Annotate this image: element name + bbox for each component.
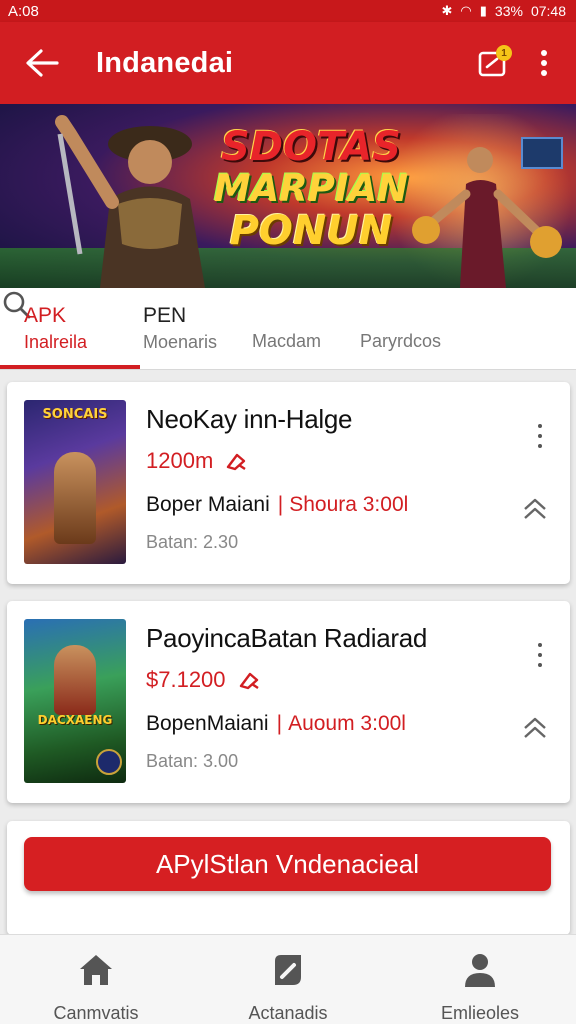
notifications-button[interactable]: 1 (470, 41, 514, 85)
app-price: 1200m (146, 448, 214, 473)
developer-name: Boper Maiani (146, 493, 270, 516)
expand-button[interactable] (520, 713, 550, 743)
tab-pen-label: PEN (143, 304, 187, 327)
promo-banner[interactable]: SDOTAS MARPIAN PONUN (0, 104, 576, 288)
app-card[interactable]: SONCAIS NeoKay inn-Halge 1200m Boper Mai… (7, 382, 570, 584)
nav-label: Actanadis (248, 1003, 328, 1023)
tab-pen[interactable]: PEN Moenaris (143, 304, 217, 353)
thumbnail-hero (54, 645, 96, 715)
status-time: A:08 (8, 2, 39, 20)
nav-item-edit[interactable]: Actanadis (192, 935, 384, 1024)
tab-macdam[interactable]: Macdam (252, 331, 321, 352)
bottom-navigation: Canmvatis Actanadis Emlieoles (0, 934, 576, 1024)
app-meta: Batan: 2.30 (146, 532, 239, 552)
price-row: $7.1200 (146, 667, 260, 693)
banner-line-2: MARPIAN (213, 167, 409, 210)
developer-extra: Shoura 3:00l (289, 493, 409, 516)
edit-icon (268, 951, 308, 989)
chevron-up-double-icon (524, 498, 546, 519)
back-button[interactable] (20, 41, 64, 85)
app-thumbnail: SONCAIS (24, 400, 126, 564)
thumbnail-badge (96, 749, 122, 775)
app-thumbnail: DACXAENG (24, 619, 126, 783)
developer-name: BopenMaiani (146, 712, 269, 735)
install-button[interactable]: APylStlan Vndenacieal (24, 837, 551, 891)
nav-label: Emlieoles (440, 1003, 520, 1023)
thumbnail-title: DACXAENG (37, 713, 113, 727)
thumbnail-title: SONCAIS (42, 407, 108, 422)
notification-badge: 1 (496, 45, 512, 61)
tab-apk-sublabel: Inalreila (24, 332, 88, 352)
status-clock: 07:48 (530, 3, 566, 19)
tab-apk-label: APK (24, 304, 67, 327)
player-illustration (412, 137, 563, 288)
tag-icon (238, 669, 260, 691)
expand-button[interactable] (520, 494, 550, 524)
menu-dot (538, 643, 542, 647)
bluetooth-icon: ✱ (441, 3, 453, 18)
developer-separator: | (276, 712, 283, 735)
menu-dot (538, 424, 542, 428)
developer-extra: Auoum 3:00l (288, 712, 406, 735)
person-icon (460, 951, 500, 989)
price-row: 1200m (146, 448, 247, 474)
active-tab-indicator (0, 365, 140, 369)
menu-dot (538, 444, 542, 448)
tag-icon (225, 450, 247, 472)
more-options-button[interactable] (522, 41, 566, 85)
status-icons: ✱ ◠ ▮ 33% 07:48 (442, 3, 566, 19)
menu-dot (538, 663, 542, 667)
developer-row: Boper Maiani | Shoura 3:00l (146, 493, 408, 517)
nav-item-home[interactable]: Canmvatis (0, 935, 192, 1024)
tab-apk[interactable]: APK Inalreila (24, 304, 87, 353)
app-title: NeoKay inn-Halge (146, 404, 353, 434)
app-meta: Batan: 3.00 (146, 751, 239, 771)
app-card[interactable]: DACXAENG PaoyincaBatan Radiarad $7.1200 … (7, 601, 570, 803)
home-icon (76, 951, 116, 989)
card-menu-button[interactable] (530, 643, 550, 667)
tab-pen-sublabel: Moenaris (143, 332, 218, 352)
banner-line-1: SDOTAS (221, 124, 401, 170)
app-title: Indanedai (96, 46, 234, 79)
app-bar: Indanedai 1 (0, 22, 576, 104)
signal-icon: ▮ (479, 3, 487, 18)
tab-bar: APK Inalreila PEN Moenaris Macdam Paryrd… (0, 288, 576, 370)
wifi-icon: ◠ (460, 3, 472, 18)
thumbnail-hero (54, 452, 96, 544)
banner-line-3: PONUN (229, 208, 393, 254)
app-price: $7.1200 (146, 667, 226, 692)
developer-row: BopenMaiani | Auoum 3:00l (146, 712, 406, 736)
nav-label: Canmvatis (53, 1003, 139, 1023)
menu-dot (538, 434, 542, 438)
banner-title: SDOTAS MARPIAN PONUN (196, 126, 426, 252)
nav-item-profile[interactable]: Emlieoles (384, 935, 576, 1024)
more-vertical-icon (541, 50, 547, 76)
menu-dot (538, 653, 542, 657)
card-menu-button[interactable] (530, 424, 550, 448)
cta-card: APylStlan Vndenacieal (7, 821, 570, 935)
chevron-up-double-icon (524, 717, 546, 738)
tab-paryrdcos[interactable]: Paryrdcos (360, 331, 441, 352)
status-bar: A:08 ✱ ◠ ▮ 33% 07:48 (0, 0, 576, 22)
app-title: PaoyincaBatan Radiarad (146, 623, 428, 653)
battery-level: 33% (494, 3, 523, 19)
back-arrow-icon (26, 49, 59, 77)
developer-separator: | (277, 493, 284, 516)
